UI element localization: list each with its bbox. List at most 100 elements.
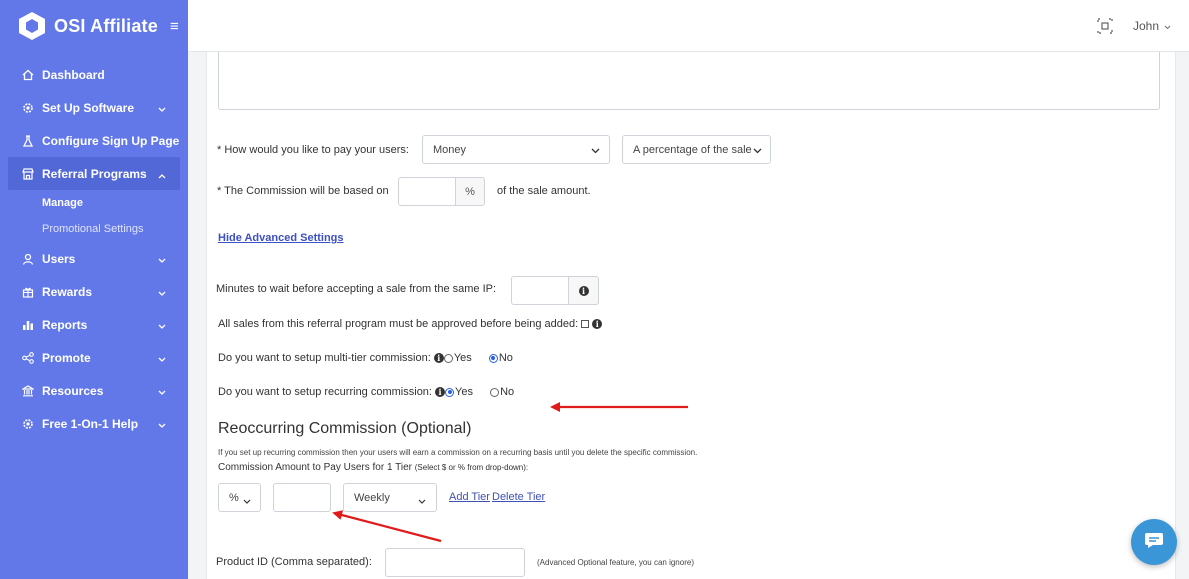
recurring-row: Do you want to setup recurring commissio… (218, 386, 514, 398)
multitier-no-radio[interactable] (488, 353, 498, 363)
chevron-down-icon (158, 286, 166, 300)
frequency-select[interactable]: Weekly (343, 483, 437, 512)
radio-label: No (500, 386, 515, 398)
gift-icon (21, 285, 35, 299)
approve-checkbox[interactable] (581, 320, 590, 329)
user-name: John (1133, 19, 1160, 33)
chevron-down-icon (1164, 19, 1171, 33)
commission-label: * The Commission will be based on (217, 185, 389, 197)
flask-icon (21, 134, 35, 148)
commission-unit-value: % (229, 491, 239, 504)
sidebar-item-configure-sign-up[interactable]: Configure Sign Up Page (0, 124, 188, 157)
info-icon: i (578, 285, 589, 296)
pay-type-value: A percentage of the sale (633, 143, 752, 156)
chevron-down-icon (418, 495, 426, 507)
commission-amount-input[interactable] (273, 483, 331, 512)
sidebar-item-label: Set Up Software (42, 100, 135, 115)
info-icon[interactable]: i (433, 353, 444, 364)
chat-button[interactable] (1131, 519, 1177, 565)
frequency-value: Weekly (354, 491, 390, 504)
chat-bubble-icon (1144, 531, 1164, 554)
sidebar: OSI Affiliate ≡ Dashboard Set Up Softwar… (0, 0, 188, 579)
store-icon (21, 167, 35, 181)
fullscreen-icon[interactable] (1097, 18, 1113, 34)
sidebar-item-referral-programs[interactable]: Referral Programs (8, 157, 180, 190)
topbar: John (188, 0, 1189, 52)
info-icon[interactable]: i (592, 319, 603, 330)
logo-hexagon-icon (18, 11, 46, 41)
sidebar-subitem-promotional-settings[interactable]: Promotional Settings (0, 216, 188, 242)
user-menu[interactable]: John (1133, 19, 1171, 33)
multitier-label: Do you want to setup multi-tier commissi… (218, 352, 431, 364)
sidebar-item-rewards[interactable]: Rewards (0, 275, 188, 308)
amount-label-row: Commission Amount to Pay Users for 1 Tie… (218, 462, 528, 473)
radio-label: Yes (453, 352, 472, 364)
sidebar-item-users[interactable]: Users (0, 242, 188, 275)
chevron-down-icon (591, 145, 600, 157)
sidebar-item-label: Configure Sign Up Page (42, 133, 180, 148)
minutes-info-button[interactable]: i (568, 276, 599, 305)
sidebar-item-label: Reports (42, 317, 88, 332)
multitier-yes-radio[interactable] (443, 353, 453, 363)
product-id-hint: (Advanced Optional feature, you can igno… (537, 558, 694, 567)
amount-label: Commission Amount to Pay Users for 1 Tie… (218, 462, 412, 473)
minutes-input[interactable] (511, 276, 569, 305)
share-icon (21, 351, 35, 365)
description-textarea[interactable] (218, 52, 1160, 110)
delete-tier-link[interactable]: Delete Tier (492, 491, 545, 503)
bank-icon (21, 384, 35, 398)
user-icon (21, 252, 35, 266)
brand-name: OSI Affiliate (54, 15, 158, 36)
sidebar-item-label: Promote (42, 350, 91, 365)
sidebar-item-label: Referral Programs (42, 166, 147, 181)
sidebar-item-resources[interactable]: Resources (0, 374, 188, 407)
hamburger-menu-icon[interactable]: ≡ (170, 18, 179, 35)
sidebar-subitem-manage[interactable]: Manage (0, 190, 188, 216)
chevron-down-icon (158, 418, 166, 432)
recurring-note: If you set up recurring commission then … (218, 448, 698, 457)
sidebar-item-reports[interactable]: Reports (0, 308, 188, 341)
sidebar-item-promote[interactable]: Promote (0, 341, 188, 374)
sidebar-item-label: Users (42, 251, 76, 266)
approve-row: All sales from this referral program mus… (218, 318, 603, 330)
sidebar-item-label: Resources (42, 383, 104, 398)
commission-input[interactable] (398, 177, 456, 206)
chevron-down-icon (158, 319, 166, 333)
amount-hint: (Select $ or % from drop-down): (414, 463, 529, 472)
pay-method-select[interactable]: Money (422, 135, 610, 164)
minutes-label: Minutes to wait before accepting a sale … (216, 283, 497, 295)
pay-method-value: Money (433, 143, 467, 156)
recurring-heading: Reoccurring Commission (Optional) (218, 420, 472, 437)
chevron-down-icon (753, 145, 762, 157)
chevron-down-icon (158, 352, 166, 366)
chevron-down-icon (243, 495, 251, 507)
radio-label: Yes (455, 386, 473, 398)
sidebar-item-dashboard[interactable]: Dashboard (0, 58, 188, 91)
home-icon (21, 68, 35, 82)
hide-advanced-settings-link[interactable]: Hide Advanced Settings (218, 232, 344, 244)
chevron-down-icon (158, 385, 166, 399)
recurring-no-radio[interactable] (490, 387, 500, 397)
sidebar-item-set-up-software[interactable]: Set Up Software (0, 91, 188, 124)
multitier-row: Do you want to setup multi-tier commissi… (218, 352, 513, 364)
radio-label: No (498, 352, 513, 364)
chevron-up-icon (158, 168, 166, 182)
sidebar-item-label: Free 1-On-1 Help (42, 416, 139, 431)
gear-icon (21, 417, 35, 431)
gear-icon (21, 101, 35, 115)
pay-type-select[interactable]: A percentage of the sale (622, 135, 771, 164)
approve-label: All sales from this referral program mus… (218, 318, 579, 330)
pay-users-label: * How would you like to pay your users: (217, 144, 409, 156)
recurring-yes-radio[interactable] (445, 387, 455, 397)
chevron-down-icon (158, 102, 166, 116)
product-id-input[interactable] (385, 548, 525, 577)
sidebar-item-free-help[interactable]: Free 1-On-1 Help (0, 407, 188, 440)
info-icon[interactable]: i (435, 387, 446, 398)
bar-chart-icon (21, 318, 35, 332)
commission-suffix: of the sale amount. (497, 185, 591, 197)
add-tier-link[interactable]: Add Tier (449, 491, 490, 503)
product-id-label: Product ID (Comma separated): (216, 556, 372, 568)
recurring-label: Do you want to setup recurring commissio… (218, 386, 432, 398)
sidebar-item-label: Rewards (42, 284, 93, 299)
commission-unit-select[interactable]: % (218, 483, 261, 512)
